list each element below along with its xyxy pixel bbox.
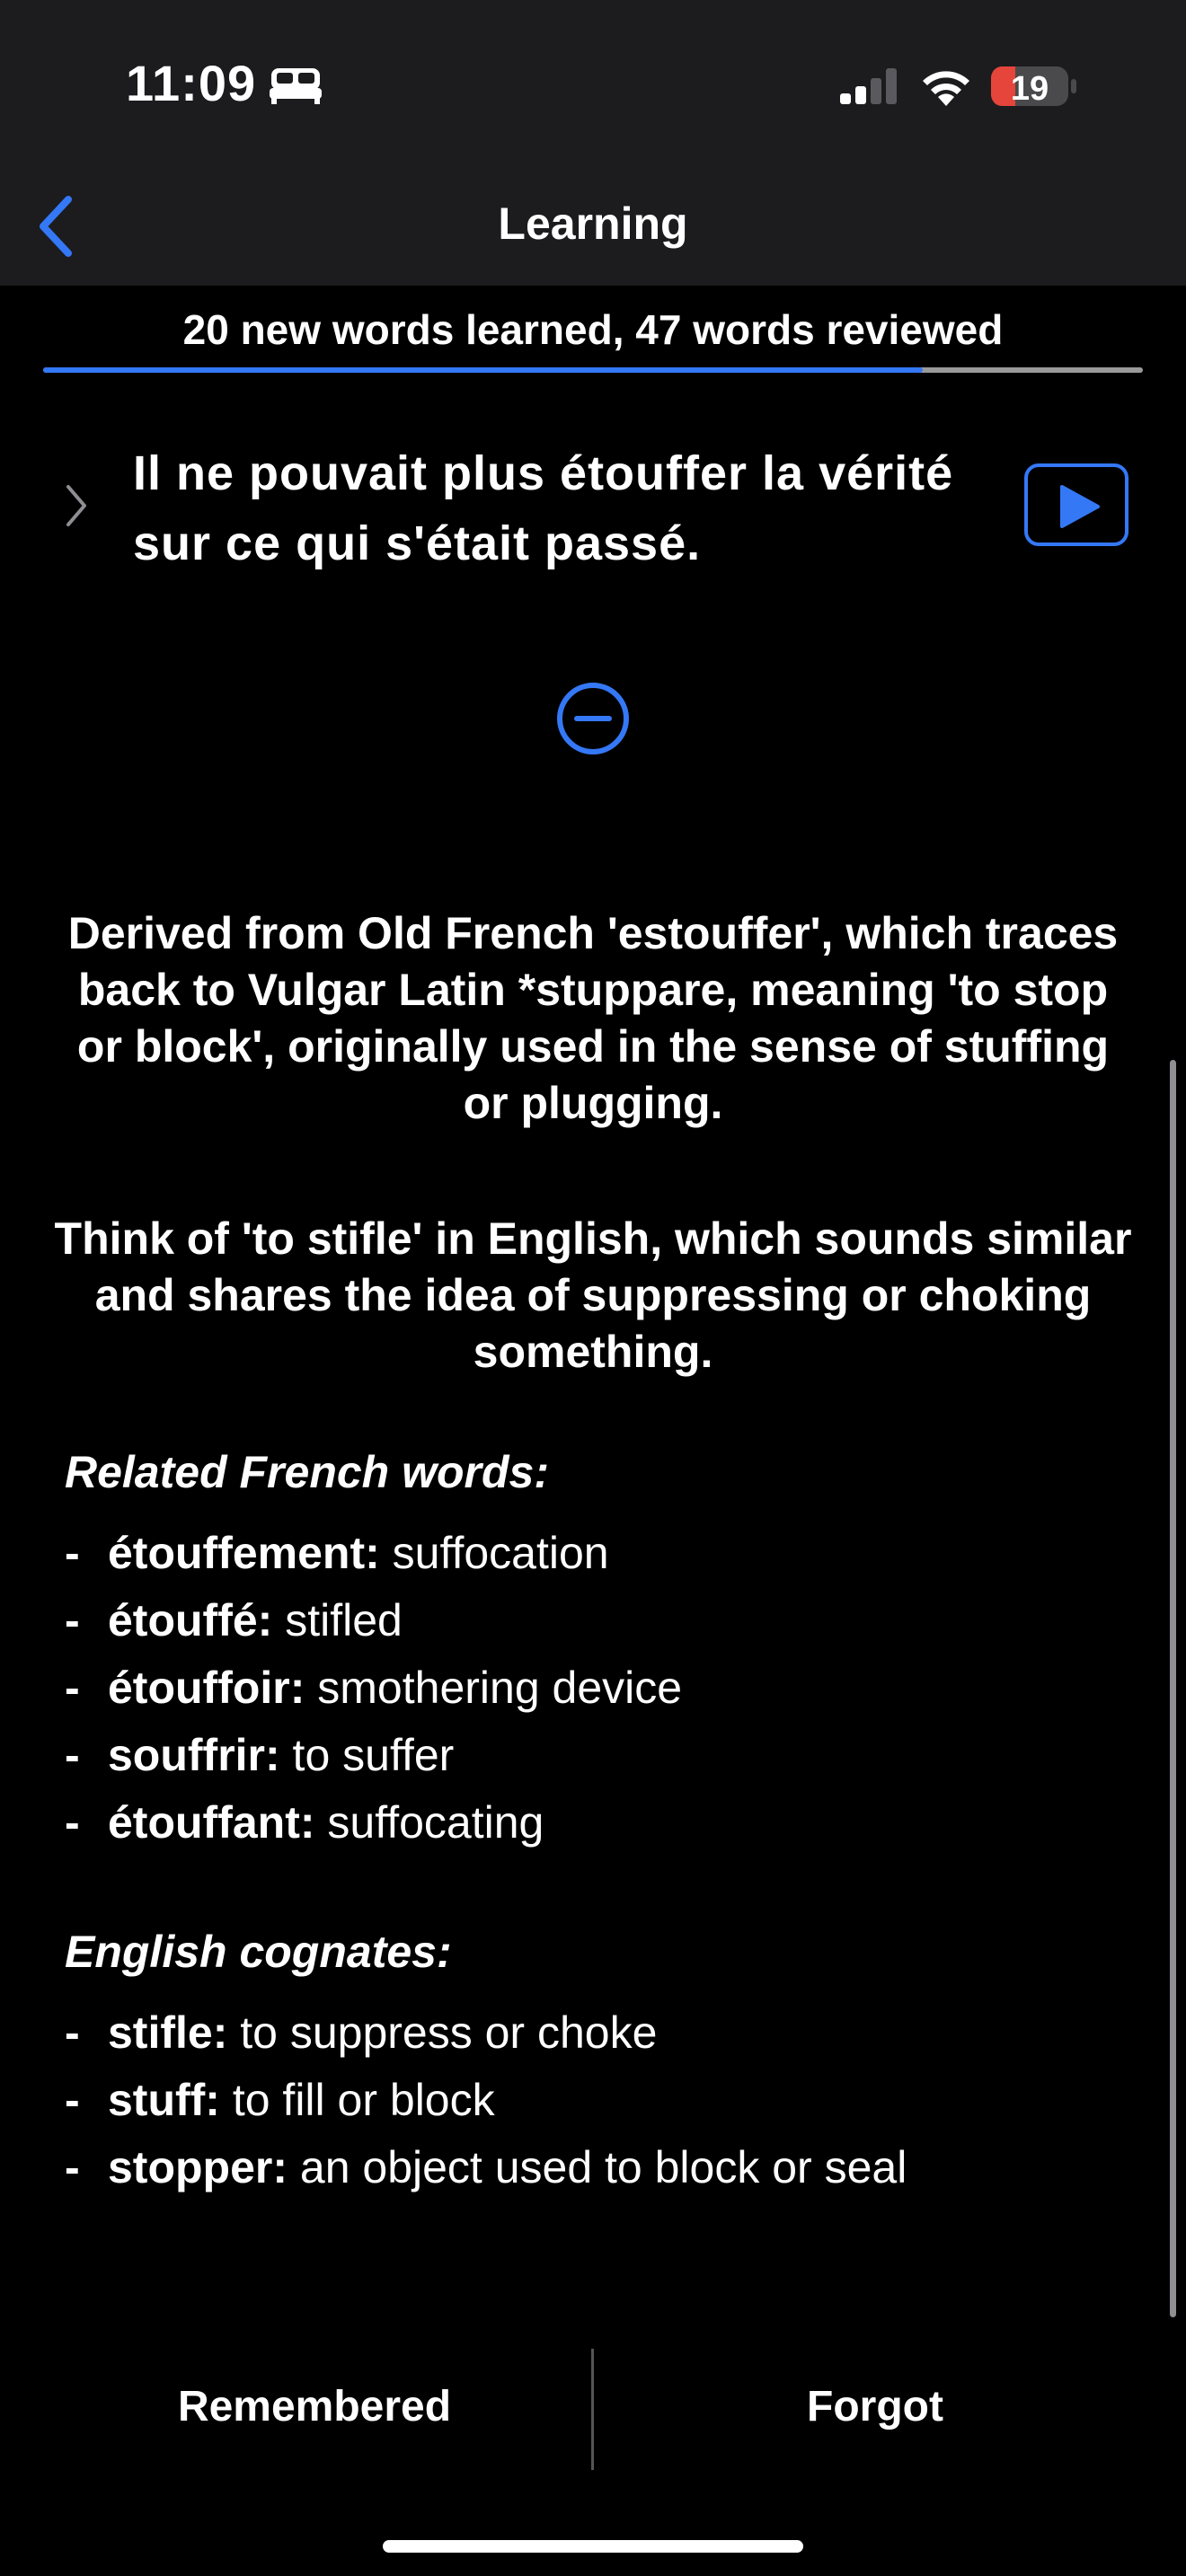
play-icon: [1060, 485, 1100, 528]
expand-sentence-button[interactable]: [65, 483, 90, 528]
top-bar: 11:09 19 Learning: [0, 0, 1186, 286]
play-audio-button[interactable]: [1024, 463, 1128, 546]
remembered-button[interactable]: Remembered: [18, 2344, 611, 2470]
list-item: - étouffant: suffocating: [65, 1797, 544, 1848]
status-time: 11:09: [126, 55, 257, 111]
battery-level: 19: [1010, 70, 1049, 108]
minus-circle-icon: [557, 683, 629, 754]
wifi-icon: [920, 65, 972, 110]
page-title: Learning: [498, 198, 688, 249]
cognates-list: - stifle: to suppress or choke - stuff: to…: [65, 1999, 1143, 2201]
mnemonic-text: Think of 'to stifle' in English, which s…: [54, 1213, 1132, 1377]
scrollbar[interactable]: [1170, 1060, 1176, 2317]
example-sentence: Il ne pouvait plus étouffer la vérité su…: [133, 446, 954, 570]
cognates-title: English cognates:: [65, 1927, 452, 1977]
home-indicator: [383, 2540, 803, 2553]
list-item: - souffrir: to suffer: [65, 1730, 455, 1780]
progress-bar: [43, 367, 1143, 373]
list-item: - étouffement: suffocation: [65, 1528, 609, 1578]
signal-icon: [840, 68, 899, 109]
review-actions: Remembered Forgot: [0, 2344, 1186, 2470]
list-item: - stifle: to suppress or choke: [65, 2007, 658, 2058]
related-words-title: Related French words:: [65, 1447, 549, 1497]
related-words-list: - étouffement: suffocation - étouffé: stif…: [65, 1520, 1143, 1857]
list-item: - stopper: an object used to block or sea…: [65, 2142, 907, 2192]
list-item: - étouffé: stifled: [65, 1595, 403, 1645]
collapse-button[interactable]: [555, 681, 631, 756]
etymology-text: Derived from Old French 'estouffer', whi…: [67, 908, 1119, 1128]
progress-fill: [43, 367, 924, 373]
list-item: - stuff: to fill or block: [65, 2075, 495, 2125]
progress-summary: 20 new words learned, 47 words reviewed: [182, 306, 1004, 353]
list-item: - étouffoir: smothering device: [65, 1663, 683, 1713]
forgot-button[interactable]: Forgot: [579, 2344, 1172, 2470]
chevron-right-icon: [66, 485, 86, 526]
bed-icon: [270, 65, 322, 109]
